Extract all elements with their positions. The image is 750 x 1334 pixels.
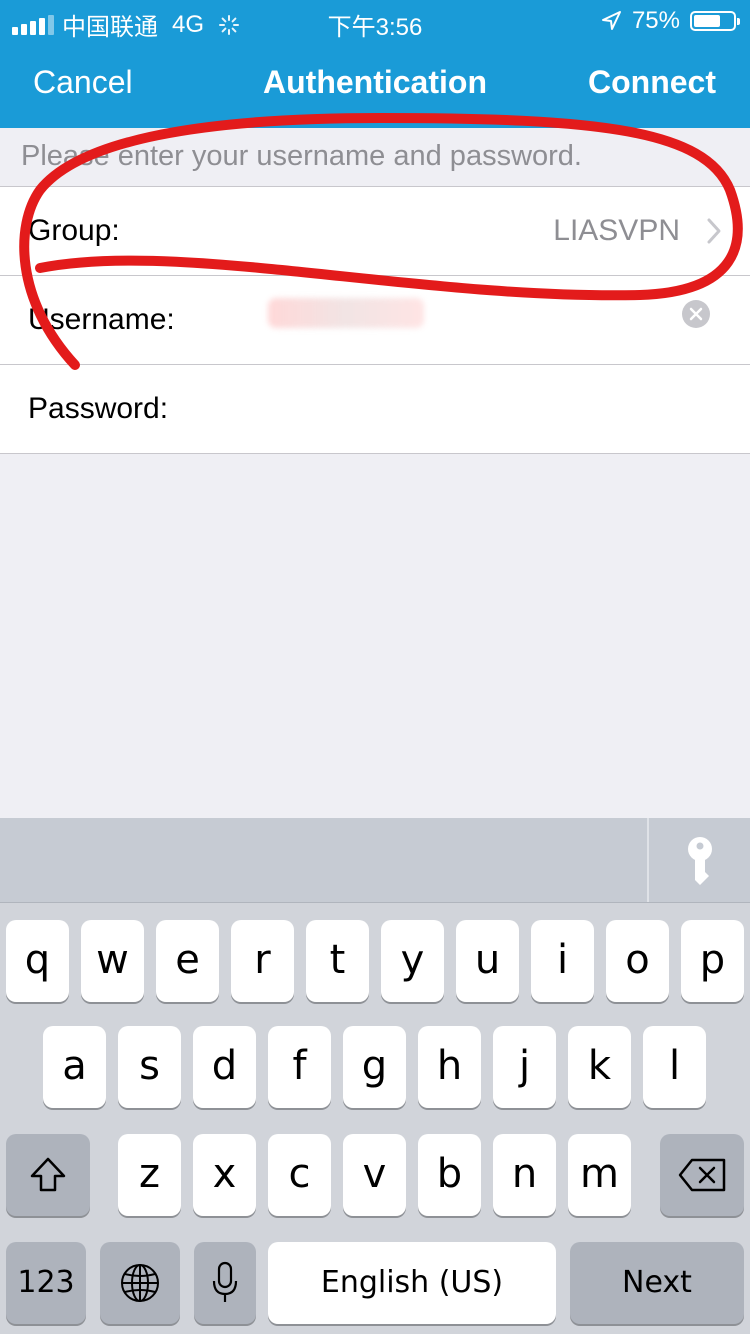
globe-icon xyxy=(121,1264,159,1302)
key-h[interactable]: h xyxy=(418,1026,481,1108)
location-arrow-icon xyxy=(601,11,621,30)
key-r[interactable]: r xyxy=(231,920,294,1002)
password-label: Password: xyxy=(28,392,169,425)
key-v[interactable]: v xyxy=(343,1134,406,1216)
navigation-header: 中国联通 4G 下午3:56 75% Cancel Authentication… xyxy=(0,0,750,128)
key-q[interactable]: q xyxy=(6,920,69,1002)
instruction-text: Please enter your username and password. xyxy=(21,140,582,172)
key-j[interactable]: j xyxy=(493,1026,556,1108)
key-a[interactable]: a xyxy=(43,1026,106,1108)
key-i[interactable]: i xyxy=(531,920,594,1002)
key-n[interactable]: n xyxy=(493,1134,556,1216)
backspace-icon xyxy=(678,1158,726,1192)
key-t[interactable]: t xyxy=(306,920,369,1002)
key-icon[interactable] xyxy=(682,836,718,886)
status-bar: 中国联通 4G 下午3:56 75% xyxy=(0,0,750,41)
key-o[interactable]: o xyxy=(606,920,669,1002)
shift-arrow-icon xyxy=(30,1157,66,1192)
microphone-icon xyxy=(212,1261,238,1302)
dictation-key[interactable] xyxy=(194,1242,256,1324)
delete-key[interactable] xyxy=(660,1134,744,1216)
battery-percent: 75% xyxy=(631,7,680,34)
key-m[interactable]: m xyxy=(568,1134,631,1216)
username-row[interactable]: Username: xyxy=(0,275,750,364)
key-w[interactable]: w xyxy=(81,920,144,1002)
key-e[interactable]: e xyxy=(156,920,219,1002)
username-label: Username: xyxy=(28,303,175,336)
key-l[interactable]: l xyxy=(643,1026,706,1108)
keyboard-toolbar xyxy=(0,818,750,903)
key-c[interactable]: c xyxy=(268,1134,331,1216)
key-p[interactable]: p xyxy=(681,920,744,1002)
key-d[interactable]: d xyxy=(193,1026,256,1108)
key-b[interactable]: b xyxy=(418,1134,481,1216)
clear-text-icon[interactable] xyxy=(682,300,710,328)
chevron-right-icon xyxy=(707,218,721,244)
keyboard: qwertyuiop asdfghjkl zxcvbnm 123 English… xyxy=(0,818,750,1334)
group-label: Group: xyxy=(28,214,120,247)
shift-key[interactable] xyxy=(6,1134,90,1216)
login-form: Group: LIASVPN Username: Password: xyxy=(0,186,750,454)
key-x[interactable]: x xyxy=(193,1134,256,1216)
key-y[interactable]: y xyxy=(381,920,444,1002)
next-key[interactable]: Next xyxy=(570,1242,744,1324)
connect-button[interactable]: Connect xyxy=(588,64,716,101)
numbers-key[interactable]: 123 xyxy=(6,1242,86,1324)
key-k[interactable]: k xyxy=(568,1026,631,1108)
toolbar-divider xyxy=(647,818,649,902)
space-key[interactable]: English (US) xyxy=(268,1242,556,1324)
password-row[interactable]: Password: xyxy=(0,364,750,453)
battery-fill xyxy=(694,15,720,27)
key-f[interactable]: f xyxy=(268,1026,331,1108)
globe-key[interactable] xyxy=(100,1242,180,1324)
key-u[interactable]: u xyxy=(456,920,519,1002)
group-row[interactable]: Group: LIASVPN xyxy=(0,187,750,275)
status-right: 75% xyxy=(600,7,740,35)
username-input-redacted[interactable] xyxy=(268,298,424,328)
group-value: LIASVPN xyxy=(553,214,680,247)
key-s[interactable]: s xyxy=(118,1026,181,1108)
battery-icon xyxy=(690,11,740,31)
key-z[interactable]: z xyxy=(118,1134,181,1216)
key-g[interactable]: g xyxy=(343,1026,406,1108)
